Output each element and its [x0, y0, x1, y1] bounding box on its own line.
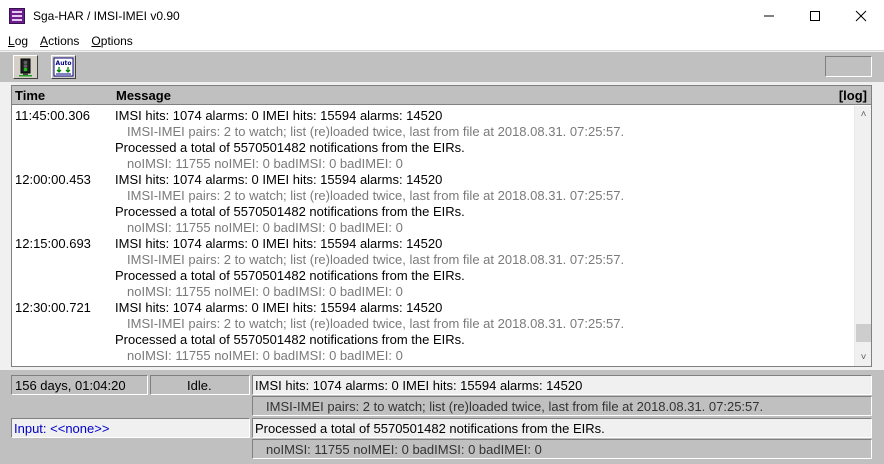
log-message: IMSI-IMEI pairs: 2 to watch; list (re)lo…: [127, 316, 625, 331]
log-view[interactable]: Time Message [log] 11:45:00.306 IMSI hits…: [11, 85, 872, 367]
column-header-message[interactable]: Message: [116, 88, 171, 103]
log-lines: 11:45:00.306 IMSI hits: 1074 alarms: 0 IM…: [12, 106, 854, 366]
log-message: noIMSI: 11755 noIMEI: 0 badIMSI: 0 badIM…: [127, 220, 403, 235]
log-row: IMSI-IMEI pairs: 2 to watch; list (re)lo…: [12, 188, 854, 204]
traffic-light-button[interactable]: [13, 55, 38, 79]
log-message: IMSI-IMEI pairs: 2 to watch; list (re)lo…: [127, 252, 625, 267]
close-button[interactable]: [838, 0, 884, 31]
log-message: IMSI hits: 1074 alarms: 0 IMEI hits: 155…: [115, 236, 443, 251]
traffic-light-icon: [19, 58, 32, 77]
auto-download-icon: Auto: [53, 57, 74, 77]
log-row: Processed a total of 5570501482 notifica…: [12, 332, 854, 348]
status-area: 156 days, 01:04:20 Idle. IMSI hits: 1074…: [0, 370, 884, 464]
svg-text:Auto: Auto: [56, 60, 72, 67]
uptime-panel: 156 days, 01:04:20: [11, 375, 148, 395]
log-row: 11:45:00.306 IMSI hits: 1074 alarms: 0 IM…: [12, 108, 854, 124]
log-header: Time Message [log]: [12, 86, 871, 105]
log-row: noIMSI: 11755 noIMEI: 0 badIMSI: 0 badIM…: [12, 348, 854, 364]
status-line-4: noIMSI: 11755 noIMEI: 0 badIMSI: 0 badIM…: [252, 439, 872, 459]
maximize-icon: [810, 11, 820, 21]
log-row: Processed a total of 5570501482 notifica…: [12, 268, 854, 284]
status-line-1: IMSI hits: 1074 alarms: 0 IMEI hits: 155…: [252, 375, 872, 395]
minimize-button[interactable]: [746, 0, 792, 31]
status-line-3: Processed a total of 5570501482 notifica…: [252, 418, 872, 438]
status-line-4-text: noIMSI: 11755 noIMEI: 0 badIMSI: 0 badIM…: [266, 442, 542, 457]
log-time: 11:45:00.306: [15, 108, 90, 123]
log-message: Processed a total of 5570501482 notifica…: [115, 268, 465, 283]
log-message: noIMSI: 11755 noIMEI: 0 badIMSI: 0 badIM…: [127, 156, 403, 171]
input-status-text: Input: <<none>>: [14, 421, 110, 436]
scroll-up-icon[interactable]: ˄: [855, 106, 872, 123]
scroll-down-icon[interactable]: ˅: [855, 349, 872, 366]
minimize-icon: [764, 15, 774, 17]
status-line-2-text: IMSI-IMEI pairs: 2 to watch; list (re)lo…: [266, 399, 764, 414]
menu-options[interactable]: Options: [87, 34, 140, 48]
log-scrollbar[interactable]: ˄ ˅: [854, 106, 871, 366]
log-row: Processed a total of 5570501482 notifica…: [12, 204, 854, 220]
auto-download-button[interactable]: Auto: [51, 55, 76, 79]
log-row: noIMSI: 11755 noIMEI: 0 badIMSI: 0 badIM…: [12, 284, 854, 300]
close-icon: [855, 10, 867, 22]
scroll-thumb[interactable]: [856, 324, 871, 342]
log-time: 12:15:00.693: [15, 236, 91, 251]
toolbar-indicator-panel: [825, 56, 872, 77]
window-title: Sga-HAR / IMSI-IMEI v0.90: [33, 8, 180, 23]
toolbar: Auto: [0, 52, 884, 82]
log-row: 12:15:00.693 IMSI hits: 1074 alarms: 0 IM…: [12, 236, 854, 252]
log-time: 12:00:00.453: [15, 172, 91, 187]
log-message: IMSI hits: 1074 alarms: 0 IMEI hits: 155…: [115, 172, 443, 187]
status-line-3-text: Processed a total of 5570501482 notifica…: [255, 421, 605, 436]
state-text: Idle.: [187, 378, 212, 393]
log-message: Processed a total of 5570501482 notifica…: [115, 332, 465, 347]
column-header-time[interactable]: Time: [15, 88, 45, 103]
log-message: Processed a total of 5570501482 notifica…: [115, 204, 465, 219]
log-message: IMSI-IMEI pairs: 2 to watch; list (re)lo…: [127, 188, 625, 203]
log-row: noIMSI: 11755 noIMEI: 0 badIMSI: 0 badIM…: [12, 156, 854, 172]
app-icon[interactable]: [9, 7, 25, 24]
menu-bar: Log Actions Options: [0, 31, 884, 51]
log-row: 12:30:00.721 IMSI hits: 1074 alarms: 0 IM…: [12, 300, 854, 316]
menu-log[interactable]: Log: [4, 34, 36, 48]
log-row: IMSI-IMEI pairs: 2 to watch; list (re)lo…: [12, 252, 854, 268]
menu-actions[interactable]: Actions: [36, 34, 87, 48]
uptime-text: 156 days, 01:04:20: [15, 378, 126, 393]
log-message: IMSI-IMEI pairs: 2 to watch; list (re)lo…: [127, 124, 625, 139]
log-row: IMSI-IMEI pairs: 2 to watch; list (re)lo…: [12, 316, 854, 332]
log-message: IMSI hits: 1074 alarms: 0 IMEI hits: 155…: [115, 300, 443, 315]
title-bar: Sga-HAR / IMSI-IMEI v0.90: [0, 0, 884, 31]
log-row: noIMSI: 11755 noIMEI: 0 badIMSI: 0 badIM…: [12, 220, 854, 236]
log-row: 12:00:00.453 IMSI hits: 1074 alarms: 0 IM…: [12, 172, 854, 188]
log-row: Processed a total of 5570501482 notifica…: [12, 140, 854, 156]
status-line-1-text: IMSI hits: 1074 alarms: 0 IMEI hits: 155…: [255, 378, 583, 393]
log-time: 12:30:00.721: [15, 300, 91, 315]
maximize-button[interactable]: [792, 0, 838, 31]
log-message: noIMSI: 11755 noIMEI: 0 badIMSI: 0 badIM…: [127, 348, 403, 363]
status-line-2: IMSI-IMEI pairs: 2 to watch; list (re)lo…: [252, 396, 872, 416]
log-message: Processed a total of 5570501482 notifica…: [115, 140, 465, 155]
state-panel: Idle.: [150, 375, 250, 395]
log-message: IMSI hits: 1074 alarms: 0 IMEI hits: 155…: [115, 108, 443, 123]
log-row: IMSI-IMEI pairs: 2 to watch; list (re)lo…: [12, 124, 854, 140]
log-message: noIMSI: 11755 noIMEI: 0 badIMSI: 0 badIM…: [127, 284, 403, 299]
input-panel[interactable]: Input: <<none>>: [11, 418, 250, 438]
log-toggle-link[interactable]: [log]: [839, 88, 867, 103]
